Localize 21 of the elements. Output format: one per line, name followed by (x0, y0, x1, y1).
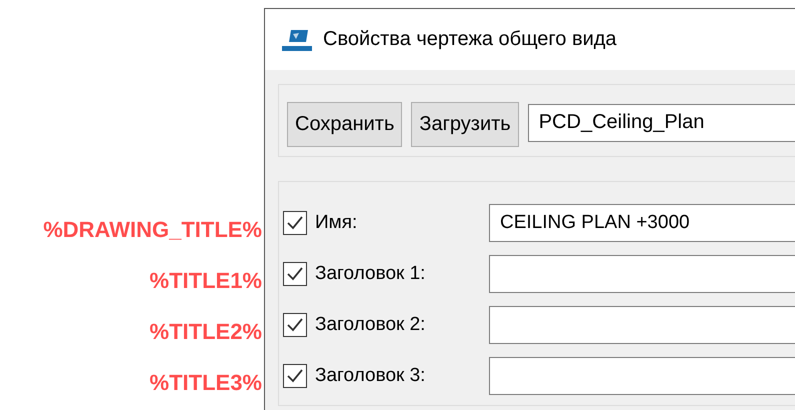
placeholder-tag: %DRAWING_TITLE% (43, 216, 264, 242)
field-label: Заголовок 1: (315, 262, 426, 284)
window-title: Свойства чертежа общего вида (323, 28, 617, 51)
field-label: Заголовок 2: (315, 314, 426, 336)
save-button[interactable]: Сохранить (287, 102, 402, 147)
checkbox[interactable] (283, 312, 307, 336)
placeholder-tag: %TITLE3% (150, 370, 264, 396)
input-field[interactable] (489, 306, 795, 344)
placeholder-tag: %TITLE1% (150, 268, 264, 294)
input-field[interactable] (489, 254, 795, 292)
input-field[interactable] (489, 356, 795, 394)
placeholder-tag: %TITLE2% (150, 318, 264, 344)
template-field[interactable]: PCD_Ceiling_Plan (528, 104, 795, 142)
checkbox[interactable] (283, 210, 307, 234)
monitor-icon (281, 28, 313, 52)
checkbox[interactable] (283, 262, 307, 286)
input-field[interactable]: CEILING PLAN +3000 (489, 204, 795, 242)
checkbox[interactable] (283, 364, 307, 388)
field-label: Имя: (315, 212, 358, 234)
field-label: Заголовок 3: (315, 364, 426, 386)
load-button[interactable]: Загрузить (411, 102, 519, 147)
